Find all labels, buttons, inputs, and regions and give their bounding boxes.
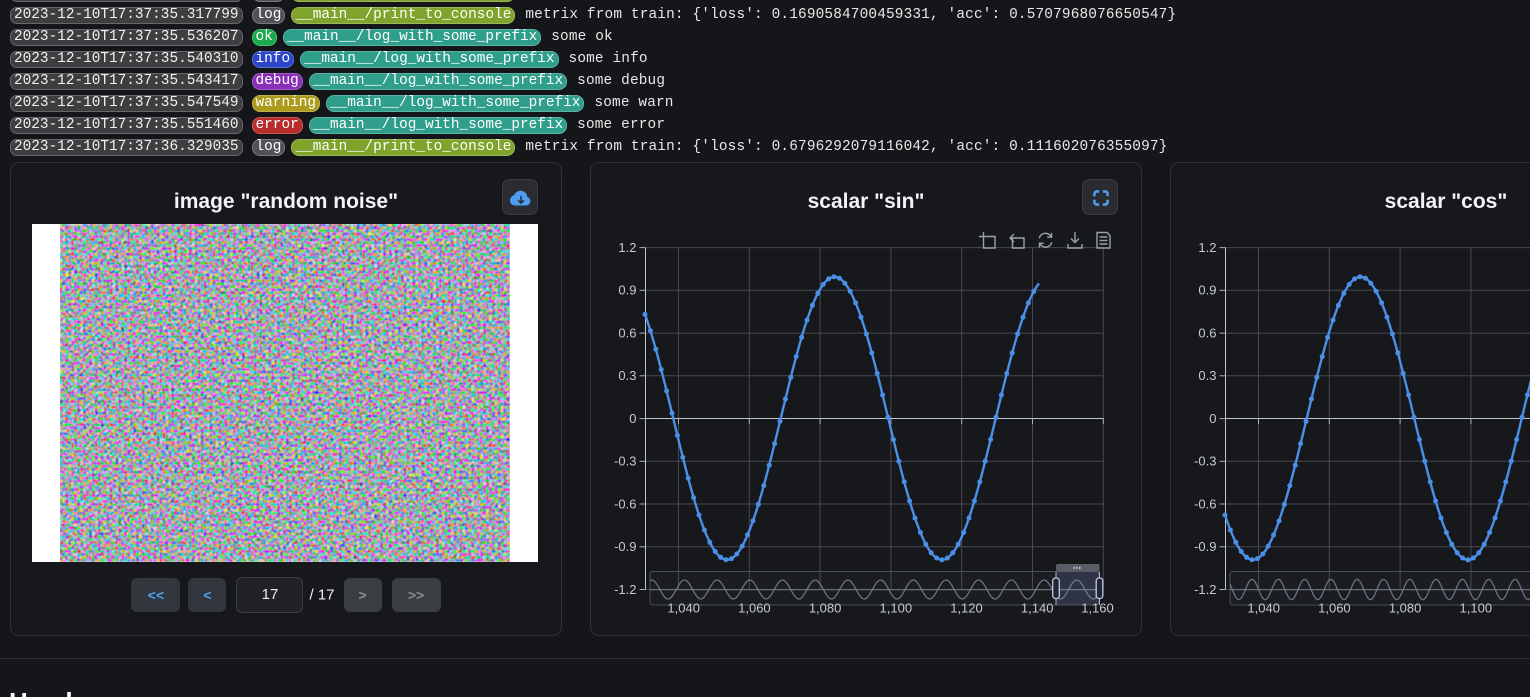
svg-text:1,120: 1,120: [950, 601, 983, 616]
svg-text:0.9: 0.9: [1198, 283, 1216, 298]
svg-text:0: 0: [1209, 411, 1216, 426]
svg-text:-0.9: -0.9: [1194, 539, 1216, 554]
svg-text:-1.2: -1.2: [1194, 582, 1216, 597]
svg-text:1,100: 1,100: [880, 601, 913, 616]
svg-text:1.2: 1.2: [1198, 240, 1216, 255]
svg-text:1.2: 1.2: [618, 240, 636, 255]
svg-text:-0.6: -0.6: [614, 496, 636, 511]
svg-text:0.9: 0.9: [618, 283, 636, 298]
svg-text:-0.9: -0.9: [614, 539, 636, 554]
svg-text:1,080: 1,080: [1389, 601, 1422, 616]
svg-text:-0.6: -0.6: [1194, 496, 1216, 511]
svg-text:1,040: 1,040: [1247, 601, 1280, 616]
svg-text:0.6: 0.6: [1198, 326, 1216, 341]
svg-text:1,060: 1,060: [738, 601, 771, 616]
svg-text:-0.3: -0.3: [614, 454, 636, 469]
svg-text:0.3: 0.3: [618, 368, 636, 383]
svg-text:1,040: 1,040: [667, 601, 700, 616]
svg-text:1,100: 1,100: [1460, 601, 1493, 616]
svg-text:1,140: 1,140: [1021, 601, 1054, 616]
svg-text:1,160: 1,160: [1081, 601, 1114, 616]
svg-text:0.3: 0.3: [1198, 368, 1216, 383]
svg-text:1,080: 1,080: [809, 601, 842, 616]
svg-text:0.6: 0.6: [618, 326, 636, 341]
svg-text:1,060: 1,060: [1318, 601, 1351, 616]
svg-text:0: 0: [629, 411, 636, 426]
svg-text:-0.3: -0.3: [1194, 454, 1216, 469]
svg-text:-1.2: -1.2: [614, 582, 636, 597]
